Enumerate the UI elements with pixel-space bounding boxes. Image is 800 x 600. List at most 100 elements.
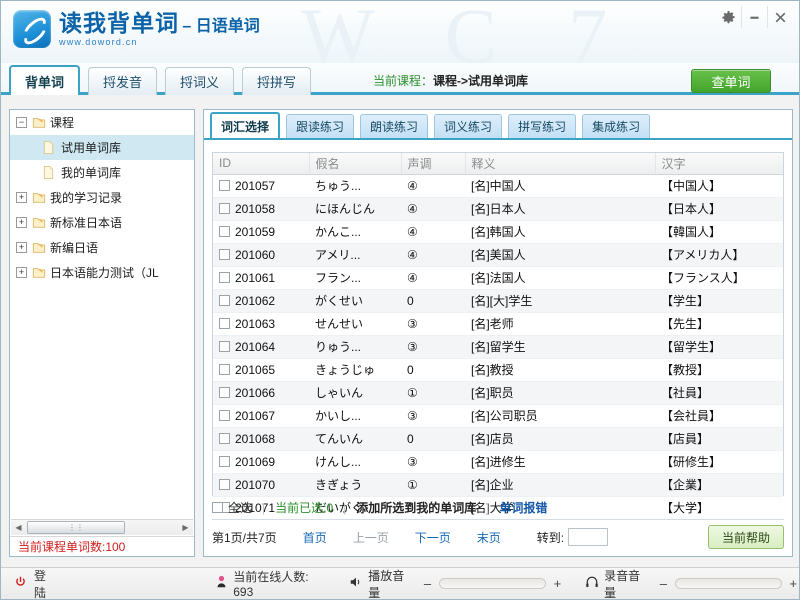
row-checkbox[interactable] [219,203,230,214]
row-checkbox[interactable] [219,272,230,283]
cell-tone: ③ [401,335,465,358]
goto-page-input[interactable] [568,528,608,546]
row-checkbox[interactable] [219,387,230,398]
table-row[interactable]: 201061フラン...④[名]法国人【フランス人】 [213,266,783,289]
prev-page-link[interactable]: 上一页 [353,529,389,546]
table-row[interactable]: 201067かいし...③[名]公司职员【会社員】 [213,404,783,427]
play-volume-decrease[interactable]: – [422,576,433,591]
tree-node-2[interactable]: 我的单词库 [10,160,194,185]
sub-tab-1[interactable]: 跟读练习 [286,114,354,138]
first-page-link[interactable]: 首页 [303,529,327,546]
table-body: 201057ちゅう...④[名]中国人【中国人】201058にほんじん④[名]日… [213,174,783,519]
sub-tab-3[interactable]: 词义练习 [434,114,502,138]
play-volume-increase[interactable]: + [552,576,563,591]
scroll-right-arrow-icon[interactable]: ▶ [178,521,193,535]
sub-tab-0[interactable]: 词汇选择 [210,112,280,138]
main-tab-0[interactable]: 背单词 [9,65,80,95]
table-row[interactable]: 201068てんいん0[名]店员【店員】 [213,427,783,450]
row-checkbox[interactable] [219,249,230,260]
row-checkbox[interactable] [219,456,230,467]
sub-tab-5[interactable]: 集成练习 [582,114,650,138]
login-label[interactable]: 登陆 [34,567,56,600]
next-page-link[interactable]: 下一页 [415,529,451,546]
tree-toggle-3[interactable]: + [16,192,27,203]
table-row[interactable]: 201066しゃいん①[名]职员【社員】 [213,381,783,404]
column-header-meaning[interactable]: 释义 [465,153,655,174]
table-row[interactable]: 201058にほんじん④[名]日本人【日本人】 [213,197,783,220]
main-tab-3[interactable]: 捋拼写 [242,67,311,95]
settings-button[interactable] [715,6,741,28]
select-all-checkbox[interactable] [212,502,223,513]
record-volume-label: 录音音量 [604,567,650,600]
tree-node-1[interactable]: 试用单词库 [10,135,194,160]
tree-label-0: 课程 [50,114,74,131]
column-header-id[interactable]: ID [213,153,309,174]
column-header-kana[interactable]: 假名 [309,153,401,174]
pagination-bar: 第1页/共7页 首页 上一页 下一页 末页 转到: 当前帮助 [212,522,784,552]
main-tab-2[interactable]: 捋词义 [165,67,234,95]
tree-toggle-0[interactable]: − [16,117,27,128]
row-checkbox[interactable] [219,479,230,490]
main-tab-1[interactable]: 捋发音 [88,67,157,95]
record-volume-slider[interactable] [675,578,781,589]
cell-kanji: 【教授】 [655,358,783,381]
cell-meaning: [名]美国人 [465,243,655,266]
record-volume-increase[interactable]: + [788,576,799,591]
row-id-text: 201069 [235,455,275,469]
sub-tab-4[interactable]: 拼写练习 [508,114,576,138]
table-row[interactable]: 201057ちゅう...④[名]中国人【中国人】 [213,174,783,197]
last-page-link[interactable]: 末页 [477,529,501,546]
cell-kana: がくせい [309,289,401,312]
row-checkbox[interactable] [219,364,230,375]
login-status[interactable]: 登陆 [15,567,56,600]
table-row[interactable]: 201063せんせい③[名]老师【先生】 [213,312,783,335]
row-id-text: 201062 [235,294,275,308]
column-header-tone[interactable]: 声调 [401,153,465,174]
add-to-my-wordlist-button[interactable]: 添加所选到我的单词库 [356,499,476,516]
row-checkbox[interactable] [219,180,230,191]
tree-toggle-6[interactable]: + [16,267,27,278]
table-row[interactable]: 201070きぎょう①[名]企业【企業】 [213,473,783,496]
tree-toggle-5[interactable]: + [16,242,27,253]
minimize-button[interactable] [741,6,767,28]
table-row[interactable]: 201060アメリ...④[名]美国人【アメリカ人】 [213,243,783,266]
record-volume-decrease[interactable]: – [658,576,669,591]
row-checkbox[interactable] [219,433,230,444]
sub-tab-2[interactable]: 朗读练习 [360,114,428,138]
table-row[interactable]: 201065きょうじゅ0[名]教授【教授】 [213,358,783,381]
table-row[interactable]: 201059かんこ...④[名]韩国人【韓国人】 [213,220,783,243]
cell-kanji: 【留学生】 [655,335,783,358]
cell-kana: きょうじゅ [309,358,401,381]
play-volume-slider[interactable] [439,578,545,589]
lookup-word-button[interactable]: 查单词 [691,69,771,93]
cell-tone: ④ [401,243,465,266]
tree-node-3[interactable]: + 我的学习记录 [10,185,194,210]
current-help-button[interactable]: 当前帮助 [708,525,784,549]
row-checkbox[interactable] [219,410,230,421]
table-row[interactable]: 201062がくせい0[名][大]学生【学生】 [213,289,783,312]
report-word-error-link[interactable]: 单词报错 [499,499,547,516]
row-checkbox[interactable] [219,318,230,329]
cell-kana: かいし... [309,404,401,427]
tree-node-5[interactable]: + 新编日语 [10,235,194,260]
column-header-kanji[interactable]: 汉字 [655,153,783,174]
row-checkbox[interactable] [219,226,230,237]
header-watermark: W C 7 [301,1,633,63]
row-checkbox[interactable] [219,341,230,352]
tree-horizontal-scrollbar[interactable]: ◀ ⋮⋮ ▶ [11,519,193,535]
cell-kanji: 【会社員】 [655,404,783,427]
select-all-label[interactable]: 全选 [228,499,252,516]
row-checkbox[interactable] [219,295,230,306]
scroll-left-arrow-icon[interactable]: ◀ [11,521,26,535]
tree-node-0[interactable]: − 课程 [10,110,194,135]
row-id-text: 201063 [235,317,275,331]
close-button[interactable] [767,6,793,28]
tree-node-6[interactable]: + 日本语能力测试（JL [10,260,194,285]
table-row[interactable]: 201064りゅう...③[名]留学生【留学生】 [213,335,783,358]
table-row[interactable]: 201069けんし...③[名]进修生【研修生】 [213,450,783,473]
content-panel: 词汇选择 跟读练习 朗读练习 词义练习 拼写练习 集成练习 ID 假名 声调 释… [203,109,793,557]
tree-toggle-4[interactable]: + [16,217,27,228]
speaker-icon [349,575,363,592]
scrollbar-thumb[interactable]: ⋮⋮ [27,521,125,534]
tree-node-4[interactable]: + 新标准日本语 [10,210,194,235]
